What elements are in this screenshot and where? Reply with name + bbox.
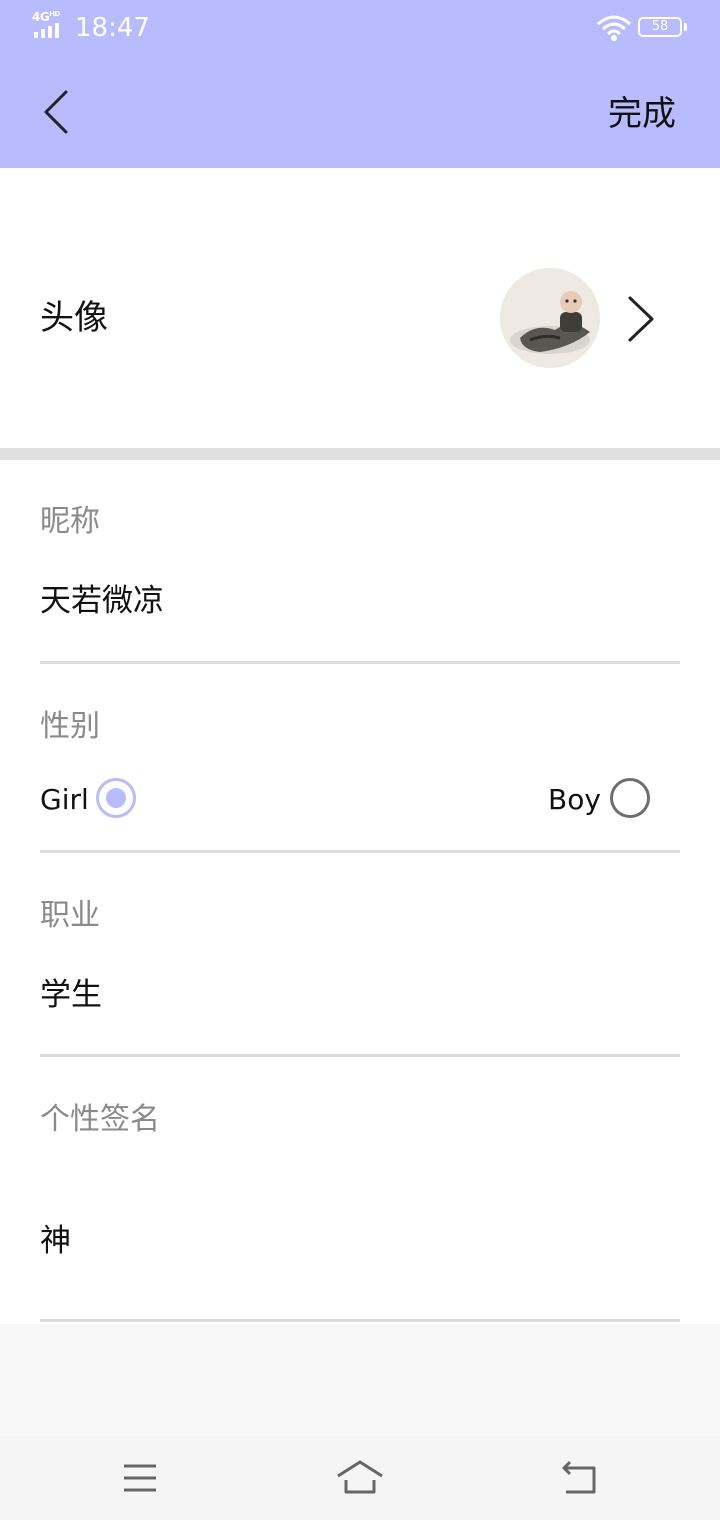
back-button[interactable] bbox=[36, 86, 82, 142]
status-bar: 4GHD 18:47 58 bbox=[0, 0, 720, 56]
menu-icon bbox=[124, 1464, 156, 1492]
gender-label: 性别 bbox=[40, 709, 100, 744]
avatar-label: 头像 bbox=[40, 298, 108, 338]
nav-menu-button[interactable] bbox=[110, 1452, 170, 1504]
signal-icon bbox=[34, 23, 59, 38]
avatar-image bbox=[500, 268, 600, 368]
nickname-label: 昵称 bbox=[40, 504, 100, 539]
top-app-bar: 4GHD 18:47 58 完成 bbox=[0, 0, 720, 168]
home-icon bbox=[337, 1460, 383, 1494]
section-separator bbox=[0, 448, 720, 460]
battery-cap bbox=[684, 23, 687, 31]
system-nav-bar bbox=[0, 1436, 720, 1520]
radio-dot bbox=[106, 788, 126, 808]
gender-boy-radio[interactable] bbox=[610, 778, 650, 818]
nickname-input[interactable]: 天若微凉 bbox=[40, 580, 164, 622]
wifi-icon bbox=[597, 15, 631, 41]
signature-divider bbox=[40, 1319, 680, 1322]
gender-boy-label[interactable]: Boy bbox=[548, 782, 601, 818]
gender-divider bbox=[40, 850, 680, 853]
job-label: 职业 bbox=[40, 898, 100, 933]
signature-label: 个性签名 bbox=[40, 1102, 160, 1137]
avatar-row[interactable]: 头像 bbox=[0, 168, 720, 448]
signature-input[interactable]: 神 bbox=[40, 1220, 71, 1262]
avatar[interactable] bbox=[500, 268, 600, 368]
signal-indicator: 4GHD bbox=[32, 10, 68, 40]
battery-indicator: 58 bbox=[638, 17, 682, 37]
chevron-left-icon bbox=[44, 90, 68, 134]
nav-back-button[interactable] bbox=[550, 1452, 610, 1504]
job-input[interactable]: 学生 bbox=[40, 974, 102, 1016]
job-divider bbox=[40, 1054, 680, 1057]
gender-girl-label[interactable]: Girl bbox=[40, 782, 89, 818]
chevron-right-icon bbox=[628, 296, 654, 342]
nav-home-button[interactable] bbox=[330, 1452, 390, 1504]
gender-girl-radio[interactable] bbox=[96, 778, 136, 818]
back-icon bbox=[562, 1460, 596, 1494]
nickname-divider bbox=[40, 661, 680, 664]
done-button[interactable]: 完成 bbox=[608, 92, 676, 136]
status-time: 18:47 bbox=[75, 13, 150, 43]
